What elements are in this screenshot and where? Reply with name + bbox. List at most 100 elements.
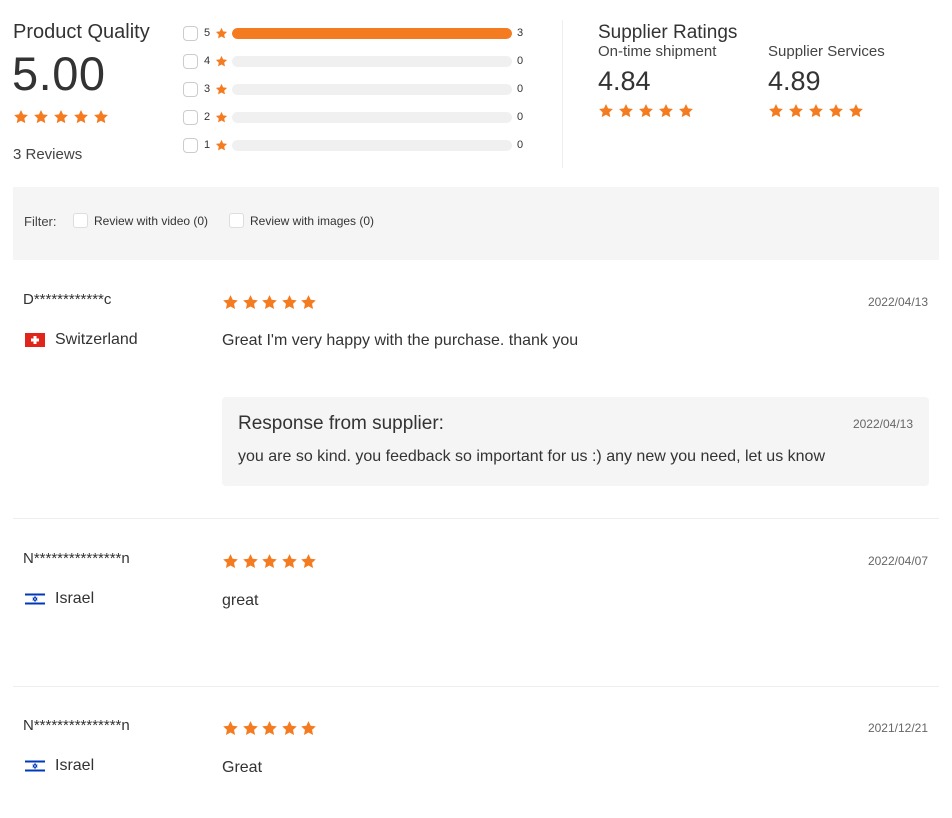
star-icon xyxy=(281,294,298,311)
review-date: 2022/04/13 xyxy=(867,295,928,309)
rating-row-stars: 3 xyxy=(204,83,211,95)
star-icon xyxy=(13,109,29,125)
reviewer-country: Israel xyxy=(25,590,94,608)
review-date: 2022/04/07 xyxy=(867,554,928,568)
supplier-rating-label: Supplier Services xyxy=(768,43,885,60)
product-quality-score: 5.00 xyxy=(12,47,106,100)
response-date: 2022/04/13 xyxy=(852,417,913,431)
response-text: you are so kind. you feedback so importa… xyxy=(238,448,825,465)
reviewer-country-name: Israel xyxy=(55,590,95,607)
star-icon xyxy=(93,109,109,125)
filter-video-label: Review with video (0) xyxy=(94,213,209,228)
filter-bar: Filter: Review with video (0) Review wit… xyxy=(13,187,939,260)
rating-row-count: 0 xyxy=(517,83,524,95)
rating-row-4[interactable]: 40 xyxy=(183,51,528,71)
star-icon xyxy=(242,553,259,570)
rating-row-1[interactable]: 10 xyxy=(183,135,528,155)
rating-row-count: 3 xyxy=(517,27,524,39)
star-icon xyxy=(215,139,228,152)
star-icon xyxy=(300,294,317,311)
star-icon xyxy=(261,553,278,570)
review-divider xyxy=(13,686,939,687)
reviewer-country: Israel xyxy=(25,757,94,775)
filter-images-option[interactable]: Review with images (0) xyxy=(229,213,374,228)
rating-row-5[interactable]: 53 xyxy=(183,23,528,43)
review-text: Great xyxy=(222,759,263,776)
review-item: N***************n Israel 2021/12/21 Grea… xyxy=(13,708,939,808)
review-item: D************c Switzerland 2022/04/13 Gr… xyxy=(13,282,939,492)
response-title: Response from supplier: xyxy=(238,413,444,434)
star-icon xyxy=(73,109,89,125)
filter-images-checkbox[interactable] xyxy=(229,213,244,228)
supplier-rating-value: 4.84 xyxy=(598,66,651,96)
filter-video-option[interactable]: Review with video (0) xyxy=(73,213,208,228)
rating-filter-checkbox[interactable] xyxy=(183,137,198,153)
rating-bar xyxy=(232,27,512,39)
supplier-response: Response from supplier: 2022/04/13 you a… xyxy=(222,397,929,486)
star-icon xyxy=(638,103,654,119)
reviewer-name: N***************n xyxy=(23,717,130,734)
filter-label: Filter: xyxy=(24,214,57,229)
star-icon xyxy=(33,109,49,125)
star-icon xyxy=(215,111,228,124)
star-icon xyxy=(261,720,278,737)
star-icon xyxy=(808,103,824,119)
product-quality-stars xyxy=(13,109,113,125)
star-icon xyxy=(300,720,317,737)
reviewer-country: Switzerland xyxy=(25,331,138,349)
review-date: 2021/12/21 xyxy=(867,721,928,735)
product-quality-title: Product Quality xyxy=(13,21,150,43)
filter-video-checkbox[interactable] xyxy=(73,213,88,228)
review-stars xyxy=(222,553,320,570)
rating-filter-checkbox[interactable] xyxy=(183,109,198,125)
supplier-ratings-title: Supplier Ratings xyxy=(598,22,738,43)
review-count: 3 Reviews xyxy=(13,146,83,163)
reviewer-country-name: Israel xyxy=(55,757,95,774)
rating-row-3[interactable]: 30 xyxy=(183,79,528,99)
reviewer-country-name: Switzerland xyxy=(55,331,138,348)
supplier-rating-label: On-time shipment xyxy=(598,43,717,60)
supplier-rating-stars xyxy=(598,103,716,119)
rating-row-count: 0 xyxy=(517,111,524,123)
review-item: N***************n Israel 2022/04/07 grea… xyxy=(13,541,939,661)
supplier-rating-stars xyxy=(768,103,885,119)
review-text: Great I'm very happy with the purchase. … xyxy=(222,332,579,349)
rating-row-stars: 2 xyxy=(204,111,211,123)
rating-row-count: 0 xyxy=(517,139,524,151)
rating-row-stars: 1 xyxy=(204,139,211,151)
summary-divider xyxy=(562,20,563,168)
rating-filter-checkbox[interactable] xyxy=(183,25,198,41)
reviewer-name: D************c xyxy=(23,291,112,308)
rating-filter-checkbox[interactable] xyxy=(183,81,198,97)
star-icon xyxy=(215,27,228,40)
israel-flag-icon xyxy=(25,592,45,606)
rating-row-count: 0 xyxy=(517,55,524,67)
star-icon xyxy=(788,103,804,119)
star-icon xyxy=(598,103,614,119)
star-icon xyxy=(658,103,674,119)
star-icon xyxy=(848,103,864,119)
review-stars xyxy=(222,720,320,737)
star-icon xyxy=(215,55,228,68)
star-icon xyxy=(222,294,239,311)
rating-bar xyxy=(232,83,512,95)
rating-bar xyxy=(232,55,512,67)
star-icon xyxy=(222,553,239,570)
star-icon xyxy=(300,553,317,570)
rating-filter-checkbox[interactable] xyxy=(183,53,198,69)
review-divider xyxy=(13,518,939,519)
star-icon xyxy=(53,109,69,125)
rating-row-stars: 4 xyxy=(204,55,211,67)
star-icon xyxy=(242,294,259,311)
rating-bar-fill xyxy=(232,27,512,39)
star-icon xyxy=(678,103,694,119)
star-icon xyxy=(215,83,228,96)
supplier-rating-value: 4.89 xyxy=(768,66,821,96)
supplier-rating-shipment: On-time shipment 4.84 xyxy=(598,43,716,119)
rating-row-stars: 5 xyxy=(204,27,211,39)
filter-images-label: Review with images (0) xyxy=(250,213,375,228)
supplier-rating-services: Supplier Services 4.89 xyxy=(768,43,885,119)
review-text: great xyxy=(222,592,259,609)
rating-row-2[interactable]: 20 xyxy=(183,107,528,127)
review-stars xyxy=(222,294,320,311)
